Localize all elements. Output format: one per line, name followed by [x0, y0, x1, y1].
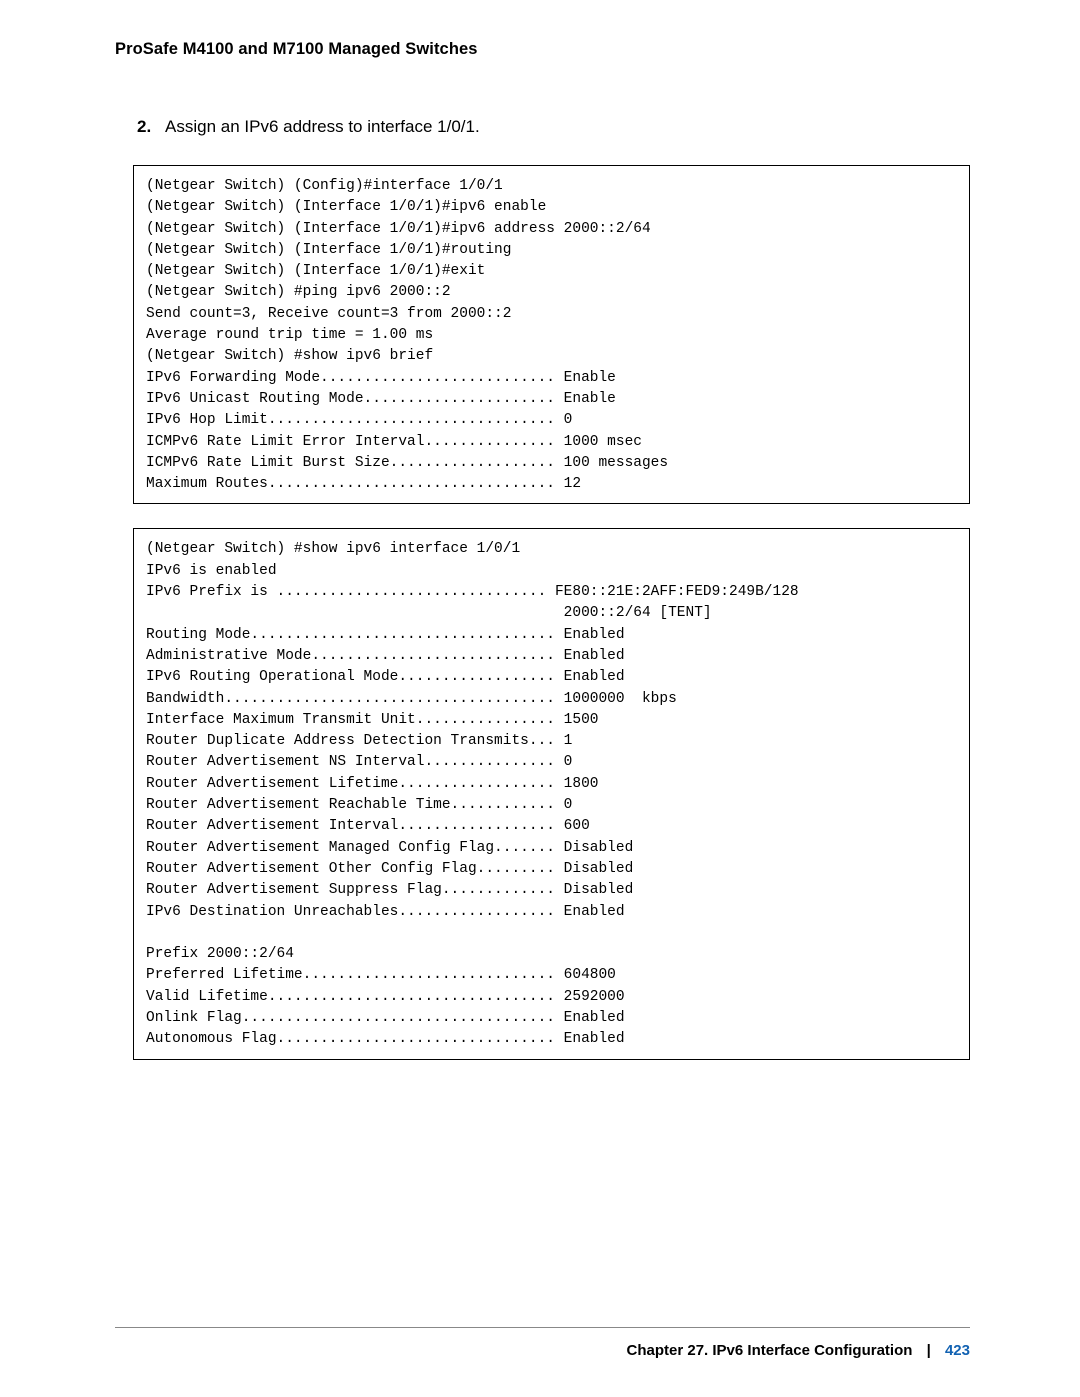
code-block-1: (Netgear Switch) (Config)#interface 1/0/… — [133, 165, 970, 504]
footer-separator: | — [917, 1342, 941, 1359]
page-header-title: ProSafe M4100 and M7100 Managed Switches — [115, 40, 970, 59]
step-line: 2. Assign an IPv6 address to interface 1… — [115, 117, 970, 137]
footer-line: Chapter 27. IPv6 Interface Configuration… — [115, 1342, 970, 1359]
code-block-2: (Netgear Switch) #show ipv6 interface 1/… — [133, 528, 970, 1059]
document-page: ProSafe M4100 and M7100 Managed Switches… — [0, 0, 1080, 1397]
footer-chapter: Chapter 27. IPv6 Interface Configuration — [627, 1342, 913, 1359]
step-text: Assign an IPv6 address to interface 1/0/… — [165, 117, 970, 137]
footer-page-number: 423 — [945, 1342, 970, 1359]
page-footer: Chapter 27. IPv6 Interface Configuration… — [115, 1327, 970, 1359]
footer-rule — [115, 1327, 970, 1328]
step-number: 2. — [137, 117, 165, 137]
